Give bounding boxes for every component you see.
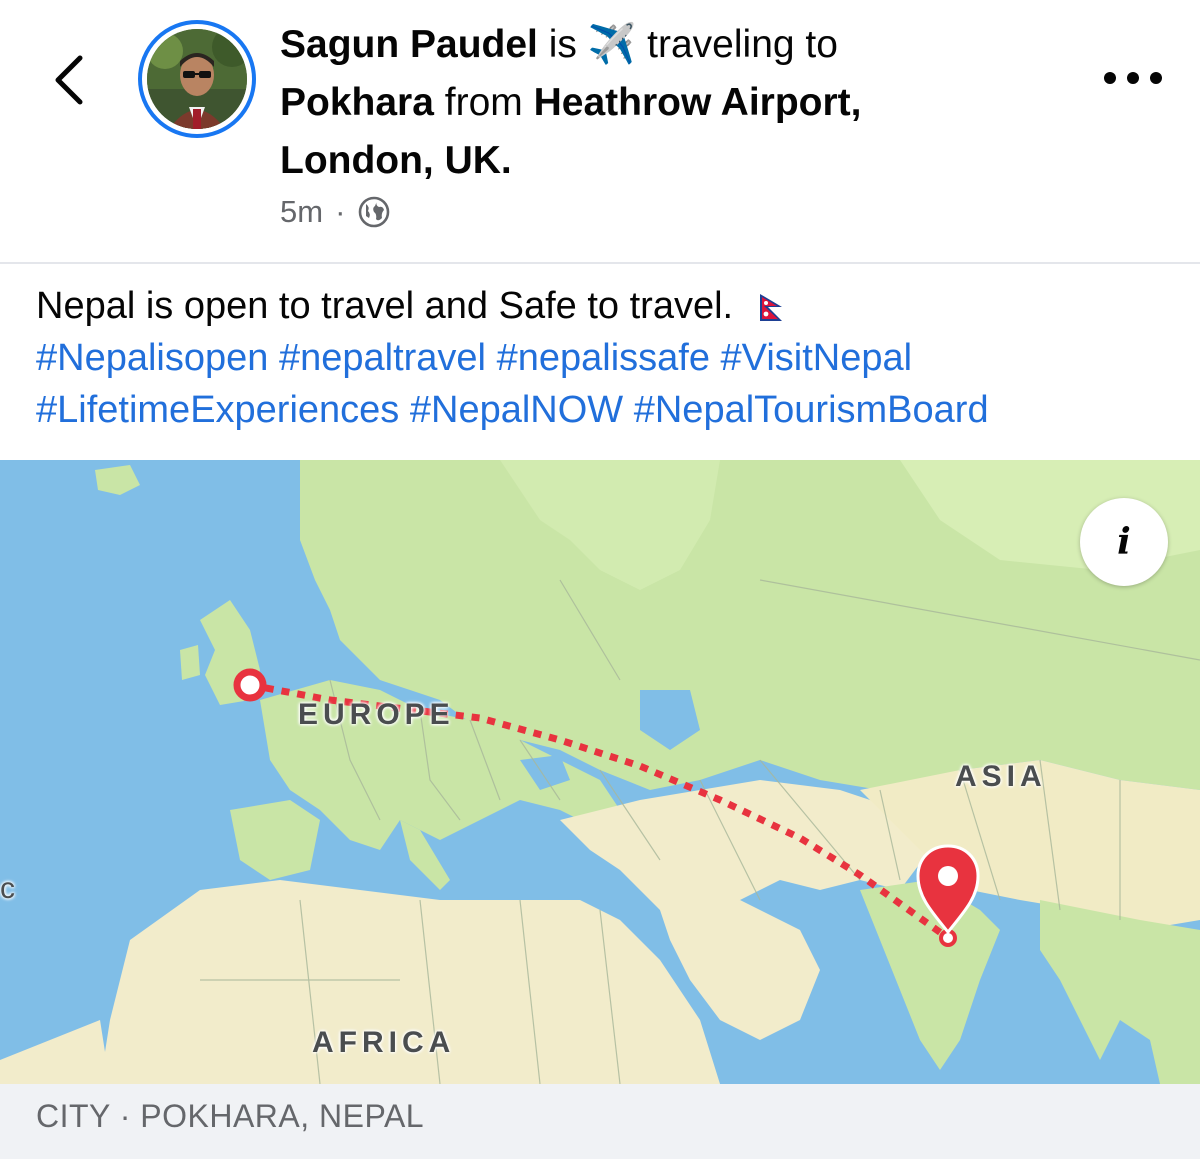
origin-marker[interactable] [233, 668, 267, 702]
destination-name[interactable]: Pokhara [280, 81, 434, 124]
hashtag-link[interactable]: #Nepalisopen [36, 337, 268, 379]
place-footer[interactable]: CITY · POKHARA, NEPAL [0, 1084, 1200, 1159]
timestamp[interactable]: 5m [280, 194, 323, 230]
meta-separator: · [335, 194, 346, 229]
nepal-flag-icon [759, 293, 782, 321]
plane-emoji: ✈️ [587, 23, 637, 66]
hashtag-link[interactable]: #LifetimeExperiences [36, 389, 399, 431]
globe-icon[interactable] [357, 195, 391, 229]
map-label-africa: AFRICA [312, 1026, 456, 1059]
post-header: Sagun Paudel is ✈️ traveling to Pokhara … [0, 0, 1200, 264]
author-name[interactable]: Sagun Paudel [280, 23, 538, 66]
more-options-button[interactable] [1098, 56, 1168, 100]
more-dots-icon [1104, 72, 1116, 84]
hashtag-link[interactable]: #NepalNOW [410, 389, 623, 431]
info-icon: i [1117, 521, 1131, 563]
back-button[interactable] [44, 44, 96, 116]
post-headline: Sagun Paudel is ✈️ traveling to Pokhara … [280, 16, 1000, 190]
avatar[interactable] [138, 20, 256, 138]
route-map[interactable]: EUROPE ASIA AFRICA c [0, 460, 1200, 1084]
map-label-asia: ASIA [955, 760, 1047, 793]
hashtag-link[interactable]: #NepalTourismBoard [634, 389, 989, 431]
place-info: CITY · POKHARA, NEPAL [36, 1098, 425, 1134]
hashtag-link[interactable]: #nepalissafe [497, 337, 710, 379]
is-text: is [548, 23, 577, 66]
post-body: Nepal is open to travel and Safe to trav… [36, 280, 1176, 436]
avatar-photo [147, 29, 247, 129]
post-meta: 5m · [280, 192, 391, 232]
post-message-text: Nepal is open to travel and Safe to trav… [36, 285, 734, 327]
hashtag-list: #Nepalisopen #nepaltravel #nepalissafe #… [36, 332, 1176, 436]
activity-text: traveling to [647, 23, 838, 66]
post-message: Nepal is open to travel and Safe to trav… [36, 280, 1176, 332]
hashtag-link[interactable]: #VisitNepal [721, 337, 913, 379]
hashtag-link[interactable]: #nepaltravel [279, 337, 486, 379]
from-text: from [444, 81, 523, 124]
map-edge-label: c [0, 872, 15, 905]
map-info-button[interactable]: i [1080, 498, 1168, 586]
map-label-europe: EUROPE [298, 698, 455, 731]
chevron-left-icon [55, 55, 83, 105]
